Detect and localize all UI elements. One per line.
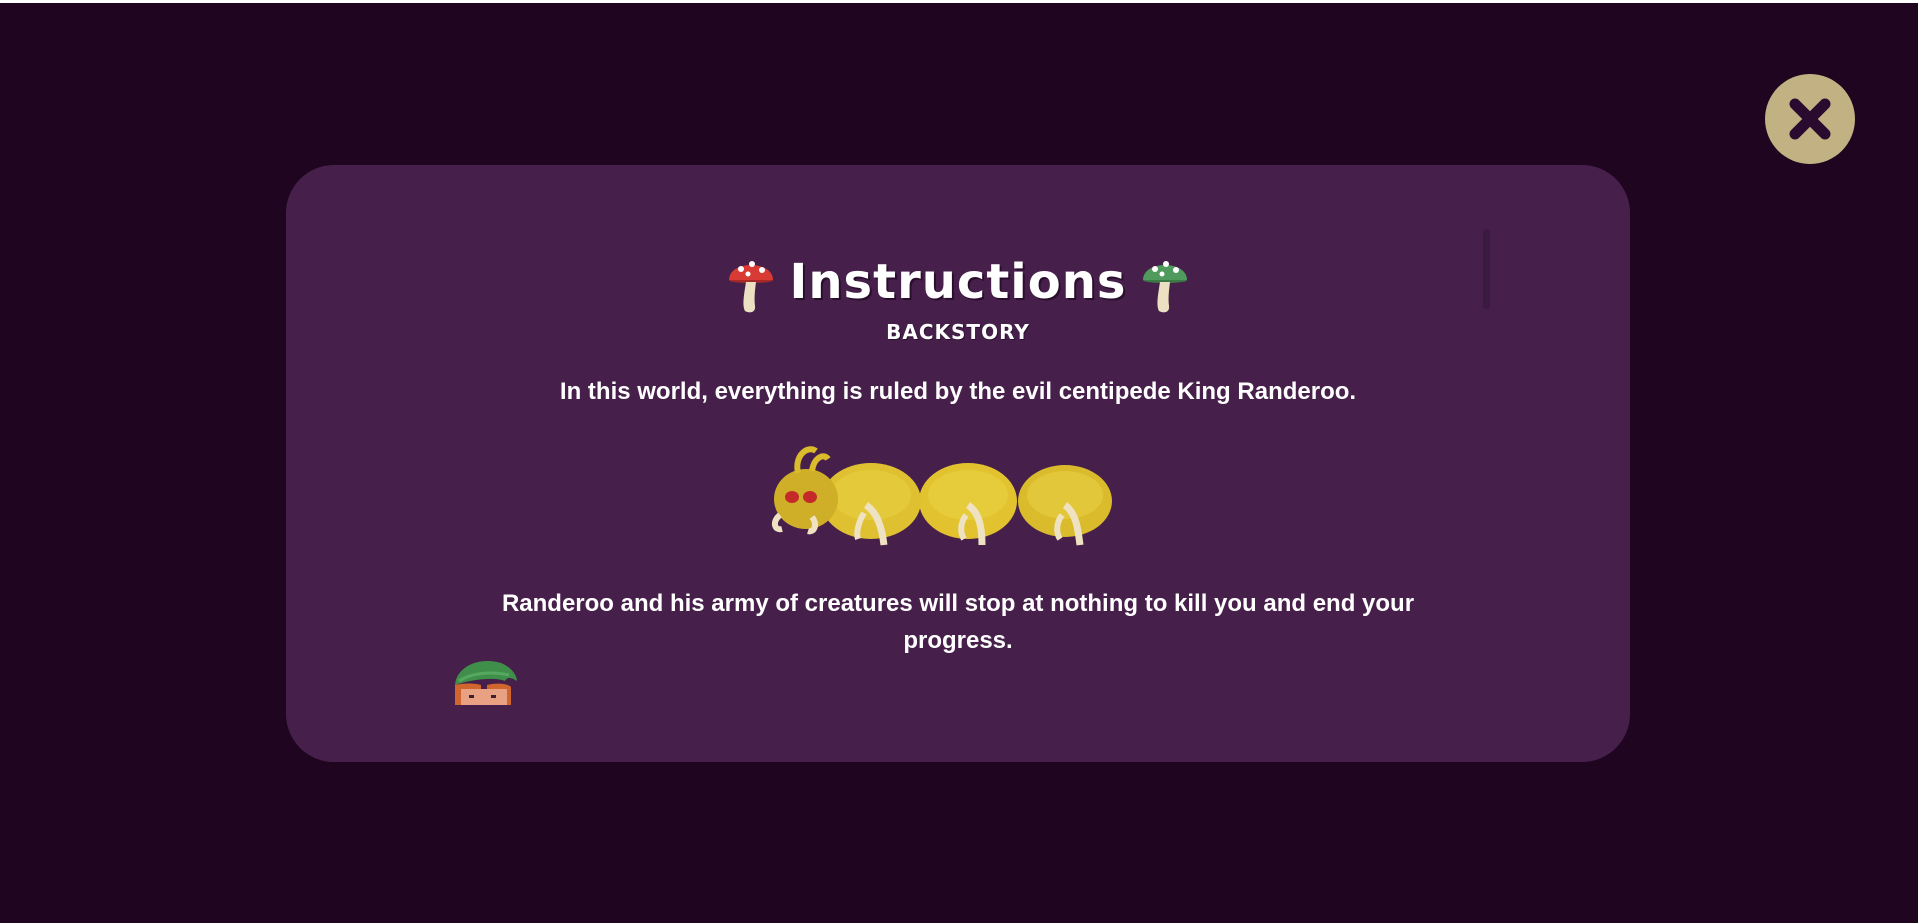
green-mushroom-icon [1143, 261, 1188, 313]
backstory-heading: BACKSTORY [886, 320, 1030, 344]
close-icon [1789, 98, 1831, 140]
modal-scrollbar-thumb[interactable] [1483, 229, 1490, 309]
elf-image [455, 661, 517, 705]
modal-content: Instructions BACKSTORY In this world, ev… [286, 165, 1630, 762]
backstory-paragraph-2: Randeroo and his army of creatures will … [501, 590, 1415, 654]
backstory-paragraph-1: In this world, everything is ruled by th… [559, 378, 1357, 405]
title-row: Instructions [286, 247, 1630, 317]
top-border [0, 0, 1918, 3]
instructions-title: Instructions [789, 254, 1127, 310]
close-button[interactable] [1765, 74, 1855, 164]
instructions-modal: Instructions BACKSTORY In this world, ev… [286, 165, 1630, 762]
red-mushroom-icon [728, 261, 773, 313]
centipede-king-image [772, 446, 1112, 546]
